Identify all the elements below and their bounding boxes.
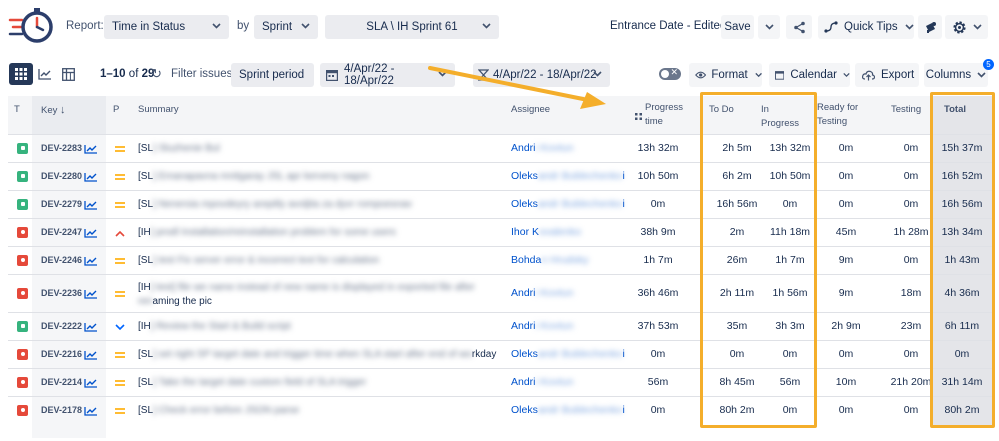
annotation-arrow: [428, 66, 606, 109]
highlight-total: [930, 92, 995, 428]
highlight-todo-inprogress: [700, 92, 817, 428]
